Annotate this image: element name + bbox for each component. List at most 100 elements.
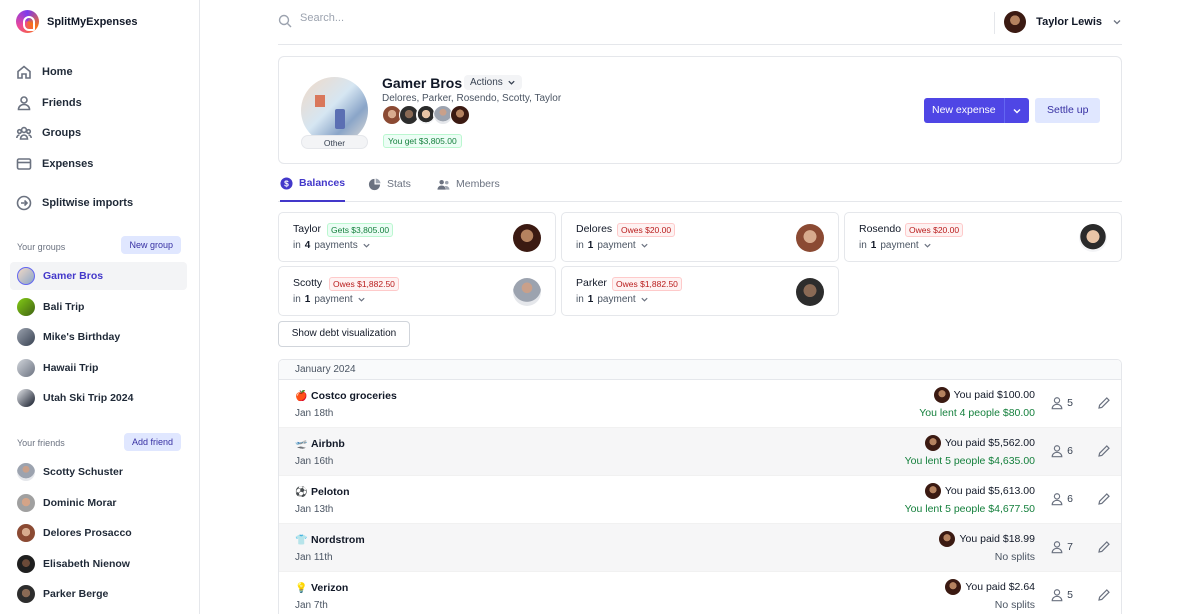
expense-row-costco[interactable]: 🍎 Costco groceries Jan 18th You paid $10… [279, 380, 1121, 428]
balance-member-name: Delores [576, 223, 613, 235]
balance-member-name: Parker [576, 277, 607, 289]
balance-card-delores[interactable]: Delores Owes $20.00 in 1 payment [561, 212, 839, 262]
expense-participants[interactable]: 5 [1050, 396, 1073, 410]
brand[interactable]: SplitMyExpenses [16, 10, 137, 33]
sidebar-friend-delores[interactable]: Delores Prosacco [10, 519, 187, 547]
expense-row-peloton[interactable]: ⚽ Peloton Jan 13th You paid $5,613.00 Yo… [279, 476, 1121, 524]
balance-payments-toggle[interactable]: in 1 payment [293, 294, 366, 305]
avatar [939, 531, 956, 547]
pencil-icon[interactable] [1097, 540, 1111, 554]
expense-participants[interactable]: 7 [1050, 540, 1073, 554]
avatar [1004, 11, 1027, 33]
home-icon [16, 64, 32, 80]
sidebar-group-hawaii-trip[interactable]: Hawaii Trip [10, 354, 187, 382]
group-avatar [17, 328, 35, 346]
new-expense-dropdown-button[interactable] [1005, 98, 1029, 123]
new-group-button[interactable]: New group [121, 236, 181, 254]
expense-title: 💡 Verizon [295, 582, 348, 594]
expense-lent-text: No splits [994, 551, 1035, 563]
pencil-icon[interactable] [1097, 444, 1111, 458]
search-input[interactable] [300, 12, 600, 24]
sidebar-friend-elisabeth[interactable]: Elisabeth Nienow [10, 550, 187, 578]
nav-home[interactable]: Home [16, 64, 73, 80]
expense-row-airbnb[interactable]: 🛫 Airbnb Jan 16th You paid $5,562.00 You… [279, 428, 1121, 476]
chevron-down-icon [363, 243, 370, 248]
avatar [796, 278, 824, 306]
lightbulb-icon: 💡 [295, 582, 308, 594]
expense-date: Jan 16th [295, 456, 334, 467]
avatar [17, 555, 35, 573]
balance-card-taylor[interactable]: Taylor Gets $3,805.00 in 4 payments [278, 212, 556, 262]
avatar [450, 105, 470, 125]
chevron-down-icon [641, 297, 648, 302]
sidebar-group-utah-ski-trip[interactable]: Utah Ski Trip 2024 [10, 384, 187, 412]
tab-members[interactable]: Members [437, 166, 500, 202]
pencil-icon[interactable] [1097, 492, 1111, 506]
nav-friends[interactable]: Friends [16, 95, 82, 111]
expense-title: 🍎 Costco groceries [295, 390, 397, 402]
sidebar-friend-dominic[interactable]: Dominic Morar [10, 489, 187, 517]
actions-menu-button[interactable]: Actions [464, 75, 522, 90]
expense-participants[interactable]: 6 [1050, 444, 1073, 458]
expense-paid: You paid $5,562.00 [924, 435, 1035, 451]
sidebar-friend-parker[interactable]: Parker Berge [10, 580, 187, 608]
pencil-icon[interactable] [1097, 588, 1111, 602]
friend-name: Dominic Morar [43, 497, 117, 509]
balance-status-badge: Owes $1,882.50 [329, 277, 399, 291]
pencil-icon[interactable] [1097, 396, 1111, 410]
sidebar-group-mikes-birthday[interactable]: Mike's Birthday [10, 323, 187, 351]
expense-name: Airbnb [311, 438, 345, 450]
user-menu[interactable]: Taylor Lewis [1004, 11, 1122, 33]
sidebar-friend-scotty[interactable]: Scotty Schuster [10, 458, 187, 486]
apple-icon: 🍎 [295, 390, 308, 402]
group-title: Gamer Bros [382, 75, 463, 91]
settle-up-button[interactable]: Settle up [1035, 98, 1101, 123]
balance-suffix: payments [314, 240, 358, 251]
group-name: Hawaii Trip [43, 362, 99, 374]
balance-payments-toggle[interactable]: in 1 payment [859, 240, 932, 251]
nav-expenses[interactable]: Expenses [16, 156, 93, 172]
participant-count: 5 [1067, 397, 1073, 409]
new-expense-button[interactable]: New expense [924, 98, 1005, 123]
actions-label: Actions [470, 77, 503, 88]
add-friend-button[interactable]: Add friend [123, 433, 181, 451]
expense-paid: You paid $18.99 [939, 531, 1035, 547]
balance-member-name: Taylor [293, 223, 322, 235]
tab-stats[interactable]: Stats [368, 166, 411, 202]
balance-payments-toggle[interactable]: in 1 payment [576, 294, 649, 305]
tab-balances[interactable]: $ Balances [280, 166, 346, 202]
balance-card-parker[interactable]: Parker Owes $1,882.50 in 1 payment [561, 266, 839, 316]
expense-date: Jan 13th [295, 504, 334, 515]
balance-payments-toggle[interactable]: in 4 payments [293, 240, 371, 251]
balance-card-scotty[interactable]: Scotty Owes $1,882.50 in 1 payment [278, 266, 556, 316]
group-photo[interactable] [301, 77, 368, 144]
expense-row-verizon[interactable]: 💡 Verizon Jan 7th You paid $2.64 No spli… [279, 572, 1121, 614]
balance-payments-toggle[interactable]: in 1 payment [576, 240, 649, 251]
balance-card-rosendo[interactable]: Rosendo Owes $20.00 in 1 payment [844, 212, 1122, 262]
balance-suffix: payment [880, 240, 919, 251]
nav-groups[interactable]: Groups [16, 125, 81, 141]
group-tabs: $ Balances Stats Members [278, 166, 1122, 202]
participant-count: 6 [1067, 493, 1073, 505]
group-name: Gamer Bros [43, 270, 104, 282]
nav-splitwise-imports[interactable]: Splitwise imports [16, 195, 133, 211]
expense-participants[interactable]: 6 [1050, 492, 1073, 506]
user-icon [1051, 397, 1063, 410]
sidebar-group-bali-trip[interactable]: Bali Trip [10, 293, 187, 321]
show-debt-visualization-button[interactable]: Show debt visualization [278, 321, 410, 347]
expense-row-nordstrom[interactable]: 👕 Nordstrom Jan 11th You paid $18.99 No … [279, 524, 1121, 572]
users-icon [437, 179, 450, 190]
expense-participants[interactable]: 5 [1050, 588, 1073, 602]
expense-lent-text: You lent 5 people $4,677.50 [904, 503, 1035, 515]
participant-count: 7 [1067, 541, 1073, 553]
svg-text:$: $ [284, 178, 289, 188]
user-name: Taylor Lewis [1036, 16, 1102, 28]
month-header: January 2024 [279, 360, 1121, 380]
expense-name: Costco groceries [311, 390, 397, 402]
balance-member-name: Scotty [293, 277, 323, 289]
expense-paid-text: You paid $18.99 [959, 533, 1035, 545]
expense-list: January 2024 🍎 Costco groceries Jan 18th… [278, 359, 1122, 614]
sidebar-group-gamer-bros[interactable]: Gamer Bros [10, 262, 187, 290]
user-icon [1051, 445, 1063, 458]
balance-prefix: in [576, 240, 584, 251]
